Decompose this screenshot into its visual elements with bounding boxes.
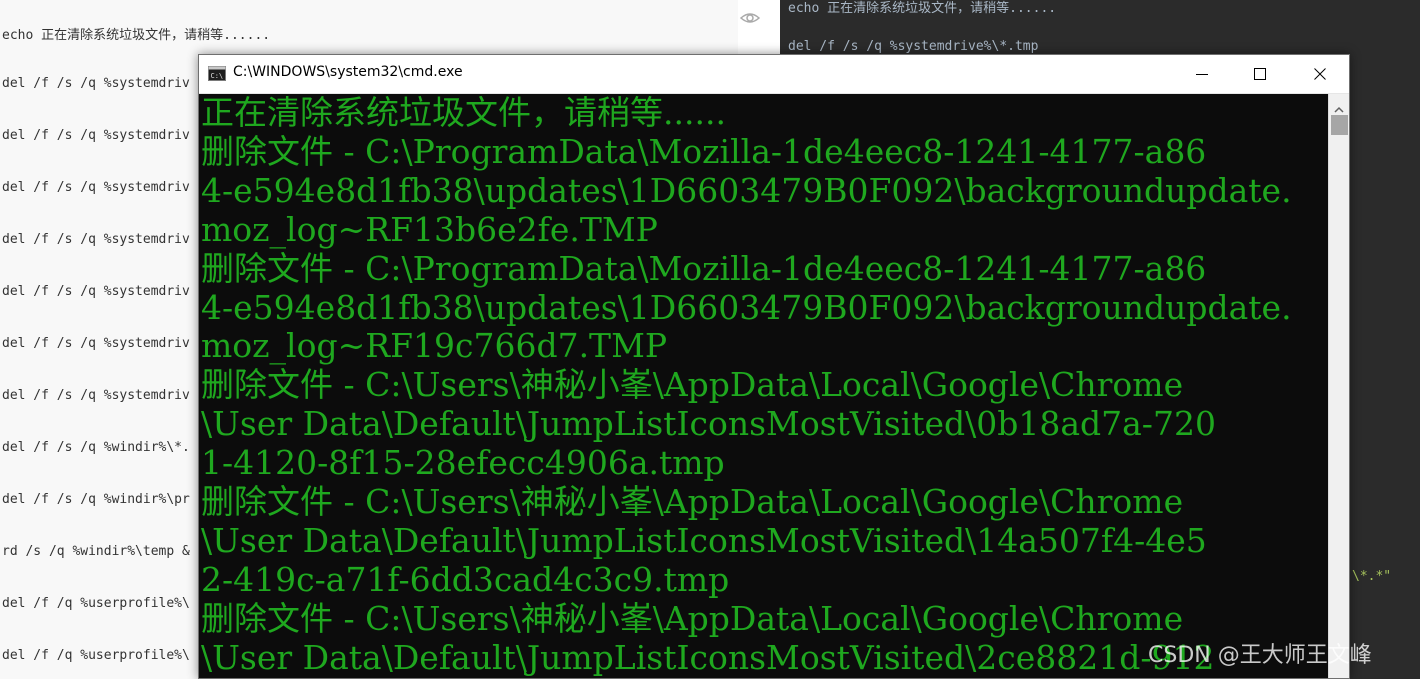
code-line: del /f /s /q %systemdriv <box>2 76 190 91</box>
eye-icon[interactable] <box>739 10 761 30</box>
minimize-icon <box>1196 65 1208 84</box>
scrollbar[interactable] <box>1328 94 1349 678</box>
code-line: del /f /s /q %systemdriv <box>2 232 190 247</box>
console-line: moz_log~RF13b6e2fe.TMP <box>201 209 658 249</box>
close-button[interactable] <box>1291 55 1349 93</box>
code-line: del /f /s /q %systemdriv <box>2 336 190 351</box>
code-line: echo 正在清除系统垃圾文件，请稍等...... <box>788 1 1057 16</box>
console-line: 删除文件 - C:\ProgramData\Mozilla-1de4eec8-1… <box>201 248 1207 288</box>
window-title: C:\WINDOWS\system32\cmd.exe <box>233 64 463 80</box>
code-line: del /f /s /q %systemdriv <box>2 284 190 299</box>
console-line: \User Data\Default\JumpListIconsMostVisi… <box>201 637 1215 677</box>
code-line: del /f /s /q %windir%\*. <box>2 440 190 455</box>
code-line: del /f /q %userprofile%\ <box>2 596 190 611</box>
console-line: 删除文件 - C:\Users\神秘小峯\AppData\Local\Googl… <box>201 482 1184 522</box>
console-line: 删除文件 - C:\Users\神秘小峯\AppData\Local\Googl… <box>201 598 1184 638</box>
console-line: moz_log~RF19c766d7.TMP <box>201 326 668 366</box>
code-line: echo 正在清除系统垃圾文件，请稍等...... <box>2 28 271 43</box>
maximize-icon <box>1254 65 1266 84</box>
code-line: rd /s /q %windir%\temp & <box>2 544 190 559</box>
title-bar[interactable]: C:\ C:\WINDOWS\system32\cmd.exe <box>199 55 1349 94</box>
cmd-app-icon[interactable]: C:\ <box>208 66 226 85</box>
console-line: 删除文件 - C:\ProgramData\Mozilla-1de4eec8-1… <box>201 131 1207 171</box>
code-line: del /f /s /q %systemdriv <box>2 388 190 403</box>
scroll-thumb[interactable] <box>1331 115 1348 135</box>
code-line: del /f /s /q %systemdriv <box>2 128 190 143</box>
watermark: CSDN @王大师王文峰 <box>1148 643 1372 668</box>
svg-text:C:\: C:\ <box>211 72 224 80</box>
code-line: del /f /s /q %windir%\pr <box>2 492 190 507</box>
console-line: 删除文件 - C:\Users\神秘小峯\AppData\Local\Googl… <box>201 365 1184 405</box>
console-line: 4-e594e8d1fb38\updates\1D6603479B0F092\b… <box>201 287 1292 327</box>
close-icon <box>1314 65 1326 84</box>
minimize-button[interactable] <box>1173 55 1231 93</box>
console-line: 4-e594e8d1fb38\updates\1D6603479B0F092\b… <box>201 170 1292 210</box>
console-line: \User Data\Default\JumpListIconsMostVisi… <box>201 404 1216 444</box>
code-line: del /f /q %userprofile%\ <box>2 648 190 663</box>
console-line: 1-4120-8f15-28efecc4906a.tmp <box>201 443 725 483</box>
console-lines: 正在清除系统垃圾文件，请稍等...... 删除文件 - C:\ProgramDat… <box>201 94 1292 678</box>
console-line: 正在清除系统垃圾文件，请稍等...... <box>201 94 726 132</box>
code-line: del /f /s /q %systemdrive%\*.tmp <box>788 39 1039 54</box>
console-line: 2-419c-a71f-6dd3cad4c3c9.tmp <box>201 559 730 599</box>
console-line: \User Data\Default\JumpListIconsMostVisi… <box>201 520 1207 560</box>
maximize-button[interactable] <box>1231 55 1289 93</box>
cmd-window[interactable]: C:\ C:\WINDOWS\system32\cmd.exe 正在清除系统垃圾… <box>198 54 1350 679</box>
code-line: del /f /s /q %systemdriv <box>2 180 190 195</box>
console-output[interactable]: 正在清除系统垃圾文件，请稍等...... 删除文件 - C:\ProgramDat… <box>199 94 1327 678</box>
code-fragment: \*.*" <box>1352 569 1392 584</box>
